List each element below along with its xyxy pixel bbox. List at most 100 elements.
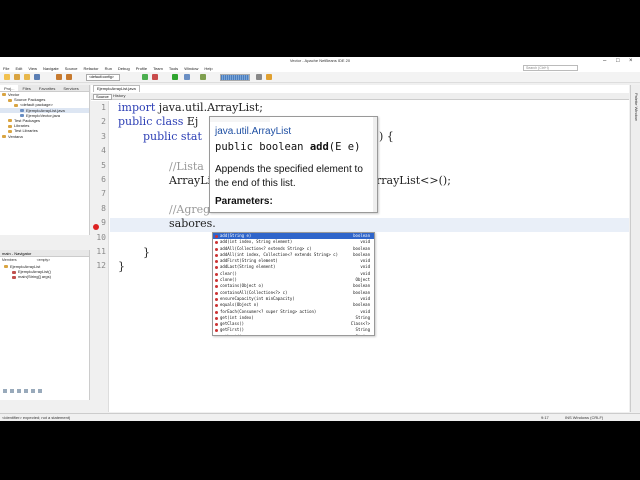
javadoc-class-link[interactable]: java.util.ArrayList: [215, 126, 291, 137]
menu-item[interactable]: Debug: [118, 66, 130, 71]
members-dropdown[interactable]: Members: [2, 258, 17, 263]
save-all-icon[interactable]: [34, 74, 40, 80]
empty-dropdown[interactable]: <empty>: [37, 258, 51, 263]
code-line-6-tail: rrayList<>();: [376, 174, 451, 187]
build-icon[interactable]: [142, 74, 148, 80]
navigator-item[interactable]: main(String[] args): [0, 274, 89, 279]
close-icon[interactable]: ×: [629, 57, 633, 65]
completion-signature: clear(): [220, 270, 237, 276]
completion-signature: get(int index): [220, 314, 254, 320]
window-title: Vector - Apache NetBeans IDE 20: [289, 58, 351, 63]
method-icon: [215, 304, 218, 308]
project-tree: Vector Source Packages <default package> Ej…: [0, 92, 89, 139]
redo-icon[interactable]: [66, 74, 72, 80]
menu-item[interactable]: Help: [204, 66, 212, 71]
line-gutter: 1 2 3 4 5 6 7 8 9 10 11 12: [91, 101, 109, 412]
completion-item[interactable]: getLast() String: [213, 334, 374, 335]
title-bar: Vector - Apache NetBeans IDE 20 – □ ×: [0, 57, 640, 65]
line-number: 9: [101, 218, 106, 228]
navigator-item-label: main(String[] args): [18, 274, 51, 280]
status-bar: <identifier> expected; not a statement) …: [0, 413, 640, 421]
run-icon[interactable]: [172, 74, 178, 80]
pause-icon[interactable]: [266, 74, 272, 80]
debug-icon[interactable]: [184, 74, 190, 80]
menu-item[interactable]: Source: [65, 66, 78, 71]
javadoc-toolbar: [210, 117, 270, 122]
menu-item[interactable]: Team: [153, 66, 163, 71]
method-icon: [215, 285, 218, 289]
folder-icon: [8, 129, 12, 133]
completion-signature: addLast(String element): [220, 264, 276, 270]
profile-icon[interactable]: [200, 74, 206, 80]
completion-signature: getClass(): [220, 321, 245, 327]
clean-build-icon[interactable]: [152, 74, 158, 80]
new-file-icon[interactable]: [14, 74, 20, 80]
panel-tab[interactable]: Proj...: [0, 85, 19, 91]
menu-item[interactable]: Refactor: [83, 66, 98, 71]
code-line-2: public class Ej: [118, 115, 199, 128]
memory-graph[interactable]: [220, 74, 250, 81]
tree-node[interactable]: Ventana: [0, 134, 89, 139]
menu-item[interactable]: Window: [184, 66, 198, 71]
open-project-icon[interactable]: [24, 74, 30, 80]
completion-signature: addAll(Collection<? extends String> c): [220, 245, 312, 251]
menu-item[interactable]: File: [3, 66, 9, 71]
menu-item[interactable]: Navigate: [43, 66, 59, 71]
filter-icon[interactable]: [24, 389, 28, 393]
history-tab[interactable]: History: [113, 94, 125, 98]
line-number: 4: [101, 146, 106, 156]
main-toolbar: <default config>: [0, 72, 640, 83]
javadoc-params-label: Parameters:: [215, 196, 273, 207]
method-icon: [12, 270, 16, 274]
menu-item[interactable]: Profile: [136, 66, 147, 71]
completion-signature: forEach(Consumer<? super String> action): [220, 308, 317, 314]
tree-node-label: Ventana: [8, 133, 23, 139]
completion-signature: add(String e): [220, 233, 252, 238]
menu-item[interactable]: View: [28, 66, 37, 71]
code-line-6: ArrayLi: [169, 174, 212, 187]
line-number: 8: [101, 203, 106, 213]
palette-sidebar: Palette Window: [630, 85, 640, 412]
line-number: 6: [101, 175, 106, 184]
filter-icon[interactable]: [17, 389, 21, 393]
menu-item[interactable]: Run: [105, 66, 112, 71]
editor-toolbar: Source History: [91, 93, 629, 100]
menu-item[interactable]: Tools: [169, 66, 178, 71]
new-project-icon[interactable]: [4, 74, 10, 80]
file-tab[interactable]: EjemploArrayList.java: [93, 85, 140, 92]
line-number: 7: [101, 189, 106, 199]
navigator-panel: main - Navigator Members <empty> Ejemplo…: [0, 250, 90, 400]
panel-tab[interactable]: Services: [59, 85, 82, 91]
gc-icon[interactable]: [256, 74, 262, 80]
caret-position: 9:17: [541, 415, 549, 420]
method-icon: [215, 279, 218, 283]
projects-tabs: Proj... Files Favorites Services: [0, 85, 89, 92]
filter-icon[interactable]: [38, 389, 42, 393]
menu-item[interactable]: Edit: [15, 66, 22, 71]
panel-tab[interactable]: Files: [18, 85, 34, 91]
filter-icon[interactable]: [10, 389, 14, 393]
method-icon: [215, 253, 218, 257]
code-line-11: }: [143, 246, 150, 259]
completion-signature: addFirst(String element): [220, 258, 278, 264]
javadoc-scrollbar[interactable]: [373, 117, 377, 212]
folder-icon: [14, 103, 18, 107]
panel-tab[interactable]: Favorites: [35, 85, 59, 91]
filter-icon[interactable]: [31, 389, 35, 393]
javadoc-description: Appends the specified element to the end…: [215, 164, 363, 189]
method-icon: [215, 297, 218, 301]
config-select[interactable]: <default config>: [86, 74, 120, 81]
maximize-icon[interactable]: □: [616, 57, 620, 65]
navigator-toolbar: [0, 389, 90, 396]
search-input[interactable]: Search (Ctrl+I): [523, 65, 578, 71]
completion-signature: getLast(): [220, 334, 242, 335]
java-file-icon: [20, 114, 24, 118]
filter-icon[interactable]: [3, 389, 7, 393]
undo-icon[interactable]: [56, 74, 62, 80]
method-icon: [215, 247, 218, 251]
minimize-icon[interactable]: –: [603, 57, 606, 65]
code-completion-list[interactable]: add(String e) boolean add(int index, Strin…: [212, 232, 375, 336]
palette-tab[interactable]: Palette Window: [634, 93, 639, 121]
navigator-tree: EjemploArrayList EjemploArrayList() main(S…: [0, 264, 89, 280]
source-tab[interactable]: Source: [93, 94, 112, 100]
